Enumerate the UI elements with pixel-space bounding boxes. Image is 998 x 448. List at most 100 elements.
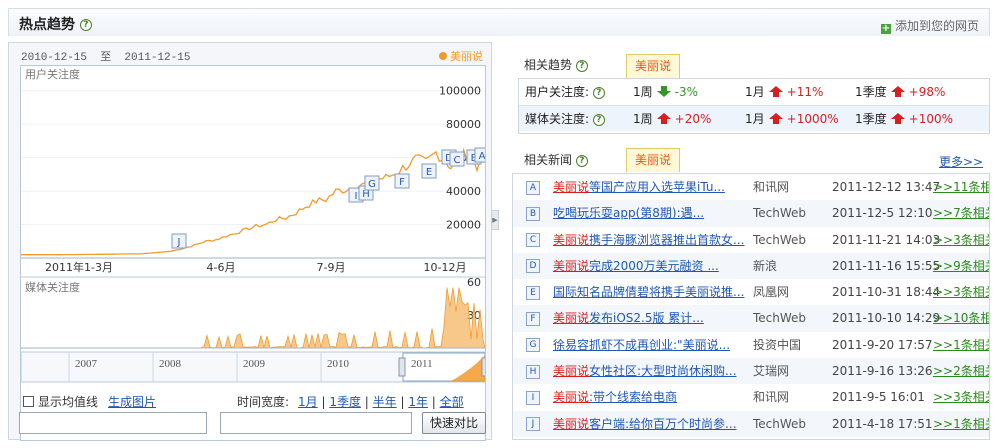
news-marker[interactable]: E bbox=[526, 279, 540, 305]
news-marker-label: H bbox=[362, 189, 370, 200]
news-keyword: 美丽说 bbox=[553, 364, 590, 379]
news-marker[interactable]: B bbox=[526, 200, 540, 226]
news-marker[interactable]: J bbox=[526, 411, 540, 437]
compare-input-1[interactable] bbox=[19, 412, 207, 434]
help-icon[interactable]: ? bbox=[592, 86, 605, 99]
news-title-link[interactable]: 国际知名品牌倩碧将携手美丽说推... bbox=[553, 279, 744, 305]
news-keyword: 美丽说 bbox=[553, 311, 590, 326]
up-arrow-icon bbox=[890, 86, 905, 97]
news-date: 2011-12-5 12:10 bbox=[832, 206, 933, 221]
news-title-link[interactable]: 吃喝玩乐耍app(第8期):遇... bbox=[553, 200, 704, 226]
news-title-link[interactable]: 美丽说携手海豚浏览器推出首款女... bbox=[553, 227, 744, 253]
news-title-link[interactable]: 美丽说客户端:给你百万个时尚参... bbox=[553, 411, 737, 437]
compare-input-2[interactable] bbox=[220, 412, 412, 434]
help-icon[interactable]: ? bbox=[575, 59, 588, 72]
news-marker[interactable]: H bbox=[526, 358, 540, 384]
news-row: E 国际知名品牌倩碧将携手美丽说推... 凤凰网 2011-10-31 18:44 >>… bbox=[513, 279, 989, 305]
news-related-link[interactable]: >>1条相关 bbox=[933, 332, 989, 358]
related-trend-table: 用户关注度: ? 1周 -3% 1月 +11% 1季度 +98% 媒体关注度: ? 1周 +20%… bbox=[518, 78, 990, 134]
media-attention-title: 媒体关注度 bbox=[25, 280, 80, 294]
news-marker[interactable]: C bbox=[526, 227, 540, 253]
quick-compare-button[interactable]: 快速对比 bbox=[422, 412, 486, 434]
news-title-text: 等国产应用入选苹果iTu... bbox=[589, 180, 725, 194]
trend-chart-panel: 2010-12-15 至 2011-12-15 美丽说 用户关注度 20000 40… bbox=[8, 42, 492, 441]
news-keyword: 美丽说 bbox=[553, 232, 590, 247]
range-1-quarter[interactable]: 1季度 bbox=[329, 395, 361, 409]
help-icon[interactable]: ? bbox=[575, 154, 588, 167]
help-icon[interactable]: ? bbox=[79, 19, 92, 31]
news-source: 艾瑞网 bbox=[753, 364, 790, 379]
chart-legend: 美丽说 bbox=[439, 48, 483, 64]
overview-left-handle bbox=[398, 357, 406, 377]
news-title-link[interactable]: 美丽说等国产应用入选苹果iTu... bbox=[553, 174, 725, 200]
range-1-month[interactable]: 1月 bbox=[298, 395, 318, 409]
up-arrow-icon bbox=[656, 113, 671, 124]
user-x-tick: 4-6月 bbox=[207, 261, 236, 274]
news-marker[interactable]: I bbox=[526, 384, 540, 410]
page-title: 热点趋势 ? bbox=[19, 14, 92, 34]
overview-year-label: 2010 bbox=[327, 358, 350, 370]
add-to-page-link[interactable]: + 添加到您的网页 bbox=[880, 17, 979, 34]
trend-row-label: 用户关注度: ? bbox=[525, 79, 605, 105]
news-related-link[interactable]: >>2条相关 bbox=[933, 358, 989, 384]
media-y-tick: 60 bbox=[467, 276, 481, 289]
trend-quarter: 1季度 +100% bbox=[855, 112, 954, 126]
news-marker[interactable]: D bbox=[526, 253, 540, 279]
trend-week: 1周 +20% bbox=[633, 112, 712, 126]
news-related-link[interactable]: >>10条相 bbox=[933, 305, 989, 331]
time-width-label: 时间宽度: bbox=[237, 395, 290, 409]
news-marker-letter: J bbox=[526, 417, 540, 432]
news-source: 凤凰网 bbox=[753, 285, 790, 300]
news-title-link[interactable]: 美丽说:带个线索给电商 bbox=[553, 384, 677, 410]
avg-line-toggle[interactable]: 显示均值线 bbox=[23, 393, 98, 410]
news-related-link[interactable]: >>3条相关 bbox=[933, 279, 989, 305]
user-y-tick: 40000 bbox=[446, 185, 481, 198]
news-title-link[interactable]: 徐易容抓虾不成再创业:"美丽说... bbox=[553, 332, 730, 358]
trend-chart-svg[interactable]: 用户关注度200004000060000800001000002011年1-3月… bbox=[20, 66, 490, 440]
date-range: 2010-12-15 至 2011-12-15 bbox=[21, 48, 190, 64]
news-marker-label: J bbox=[177, 237, 181, 248]
news-marker[interactable]: G bbox=[526, 332, 540, 358]
news-marker[interactable]: A bbox=[526, 174, 540, 200]
news-source: 新浪 bbox=[753, 258, 778, 273]
news-row: G 徐易容抓虾不成再创业:"美丽说... 投资中国 2011-9-20 17:57 >>… bbox=[513, 332, 989, 358]
news-title-link[interactable]: 美丽说完成2000万美元融资 ... bbox=[553, 253, 719, 279]
related-trend-tab[interactable]: 美丽说 bbox=[626, 54, 681, 78]
overview-year-label: 2007 bbox=[75, 358, 98, 370]
news-title-link[interactable]: 美丽说女性社区:大型时尚休闲购... bbox=[553, 358, 737, 384]
related-trend-title-text: 相关趋势 bbox=[524, 58, 573, 72]
news-related-link[interactable]: >>3条相关 bbox=[933, 384, 989, 410]
generate-image-link[interactable]: 生成图片 bbox=[108, 393, 156, 410]
news-related-link[interactable]: >>7条相关 bbox=[933, 200, 989, 226]
legend-label: 美丽说 bbox=[450, 50, 483, 63]
media-attention-area bbox=[21, 287, 486, 349]
related-news-tab[interactable]: 美丽说 bbox=[626, 148, 681, 172]
range-all[interactable]: 全部 bbox=[440, 395, 464, 409]
news-marker-label: G bbox=[368, 179, 376, 190]
trend-plot-area[interactable]: 用户关注度200004000060000800001000002011年1-3月… bbox=[20, 65, 490, 441]
news-title-text: :带个线索给电商 bbox=[589, 390, 678, 405]
news-title-text: 国际知名品牌倩碧将携手美丽说推... bbox=[553, 285, 745, 300]
panel-collapse-handle[interactable]: ▶ bbox=[491, 210, 499, 230]
news-date: 2011-10-31 18:44 bbox=[832, 285, 941, 300]
news-date: 2011-11-21 14:03 bbox=[832, 232, 941, 247]
news-marker[interactable]: F bbox=[526, 305, 540, 331]
news-related-link[interactable]: >>9条相关 bbox=[933, 253, 989, 279]
news-related-link[interactable]: >>1条相关 bbox=[933, 411, 989, 437]
news-title-link[interactable]: 美丽说发布iOS2.5版 累计... bbox=[553, 305, 704, 331]
news-keyword: 美丽说 bbox=[553, 416, 590, 431]
help-icon[interactable]: ? bbox=[592, 113, 605, 126]
news-date: 2011-10-10 14:29 bbox=[832, 311, 941, 326]
more-news-link[interactable]: 更多>> bbox=[939, 153, 983, 170]
news-related-link[interactable]: >>3条相关 bbox=[933, 227, 989, 253]
trend-month: 1月 +11% bbox=[745, 85, 824, 99]
header-bar: 热点趋势 ? + 添加到您的网页 bbox=[8, 8, 990, 36]
trend-row-label: 媒体关注度: ? bbox=[525, 106, 605, 132]
date-separator: 至 bbox=[100, 52, 112, 64]
news-related-link[interactable]: >>11条相 bbox=[933, 174, 989, 200]
news-date: 2011-9-20 17:57 bbox=[832, 337, 933, 352]
range-1-year[interactable]: 1年 bbox=[408, 395, 428, 409]
range-half-year[interactable]: 半年 bbox=[373, 395, 397, 409]
avg-line-checkbox[interactable] bbox=[23, 396, 34, 407]
news-row: C 美丽说携手海豚浏览器推出首款女... TechWeb 2011-11-21 14:… bbox=[513, 227, 989, 253]
